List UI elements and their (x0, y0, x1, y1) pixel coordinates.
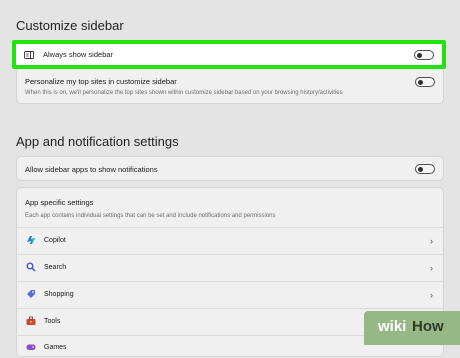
watermark-wiki: wiki (378, 318, 407, 335)
always-show-sidebar-row[interactable]: Always show sidebar (12, 40, 446, 69)
copilot-icon (27, 236, 35, 244)
personalize-label: Personalize my top sites in customize si… (25, 77, 177, 86)
always-show-sidebar-toggle[interactable] (414, 50, 434, 60)
app-label-copilot: Copilot (44, 237, 66, 244)
games-icon (26, 344, 36, 350)
toolbox-icon (26, 316, 36, 325)
app-label-shopping: Shopping (44, 291, 74, 298)
chevron-right-icon: › (430, 236, 433, 246)
app-label-search: Search (44, 264, 67, 271)
chevron-right-icon: › (430, 263, 433, 273)
shopping-tag-icon (27, 290, 35, 298)
sidebar-icon (24, 51, 34, 59)
personalize-description: When this is on, we'll personalize the t… (25, 90, 343, 96)
wikihow-watermark: wiki How (364, 311, 460, 345)
always-show-sidebar-label: Always show sidebar (43, 50, 114, 59)
watermark-how: How (412, 318, 444, 335)
app-row-search[interactable]: Search › (17, 255, 443, 281)
app-specific-title: App specific settings (25, 198, 94, 207)
app-notification-heading: App and notification settings (16, 134, 179, 149)
app-row-shopping[interactable]: Shopping › (17, 282, 443, 308)
customize-sidebar-heading: Customize sidebar (16, 18, 124, 33)
personalize-toggle[interactable] (415, 77, 435, 87)
app-row-copilot[interactable]: Copilot › (17, 228, 443, 254)
search-icon (26, 262, 36, 272)
app-label-tools: Tools (44, 318, 61, 325)
chevron-right-icon: › (430, 290, 433, 300)
allow-notifications-toggle[interactable] (415, 164, 435, 174)
allow-notifications-card: Allow sidebar apps to show notifications (16, 156, 444, 181)
app-specific-description: Each app contains individual settings th… (25, 213, 276, 219)
app-label-games: Games (44, 344, 67, 351)
personalize-top-sites-card: Personalize my top sites in customize si… (16, 67, 444, 104)
allow-notifications-label: Allow sidebar apps to show notifications (25, 165, 158, 174)
